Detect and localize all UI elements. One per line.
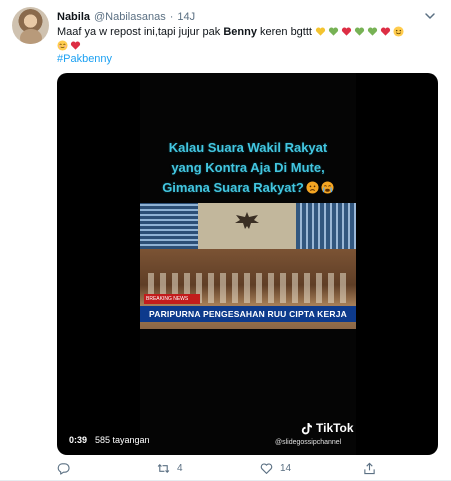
smiling-face-icon bbox=[57, 40, 68, 51]
tweet-text-part: keren bgttt bbox=[256, 26, 316, 38]
tweet-text-part: Maaf ya w repost ini,tapi jujur pak bbox=[57, 26, 224, 38]
reply-icon bbox=[57, 462, 70, 475]
video-views: 585 tayangan bbox=[95, 435, 150, 445]
like-button[interactable]: 14 bbox=[260, 460, 291, 476]
hashtag-link[interactable]: #Pakbenny bbox=[57, 53, 112, 65]
crying-face-icon bbox=[321, 181, 334, 194]
green-heart-icon bbox=[354, 27, 365, 36]
smiling-face-icon bbox=[393, 26, 404, 37]
video-screen-right bbox=[296, 203, 356, 249]
news-lower-third: PARIPURNA PENGESAHAN RUU CIPTA KERJA bbox=[140, 306, 356, 322]
tweet-text-bold: Benny bbox=[223, 26, 257, 38]
retweet-count: 4 bbox=[177, 462, 183, 474]
retweet-icon bbox=[157, 463, 170, 473]
author-handle[interactable]: @Nabilasanas bbox=[94, 11, 166, 23]
tweet-time[interactable]: 14J bbox=[177, 11, 195, 23]
video-screen-left bbox=[140, 203, 198, 249]
garuda-emblem-icon bbox=[235, 212, 259, 229]
tiktok-username: @slidegossipchannel bbox=[275, 439, 342, 446]
news-tag: BREAKING NEWS bbox=[144, 294, 200, 304]
share-icon bbox=[364, 462, 375, 474]
retweet-button[interactable]: 4 bbox=[157, 460, 183, 476]
video-player[interactable]: Kalau Suara Wakil Rakyat yang Kontra Aja… bbox=[57, 73, 438, 455]
share-button[interactable] bbox=[363, 460, 383, 476]
reply-button[interactable] bbox=[57, 460, 77, 476]
caption-line: yang Kontra Aja Di Mute, bbox=[171, 160, 325, 175]
video-caption: Kalau Suara Wakil Rakyat yang Kontra Aja… bbox=[140, 138, 356, 198]
red-heart-icon bbox=[70, 41, 81, 50]
yellow-heart-icon bbox=[315, 27, 326, 36]
green-heart-icon bbox=[367, 27, 378, 36]
sad-face-icon bbox=[306, 181, 319, 194]
like-count: 14 bbox=[280, 462, 292, 474]
red-heart-icon bbox=[380, 27, 391, 36]
video-duration: 0:39 bbox=[69, 435, 88, 445]
caption-line: Kalau Suara Wakil Rakyat bbox=[168, 140, 328, 155]
avatar[interactable] bbox=[12, 7, 49, 44]
tiktok-label: TikTok bbox=[316, 421, 354, 435]
tweet-actions: 4 14 bbox=[57, 460, 427, 476]
caption-line-with-emoji: Gimana Suara Rakyat? bbox=[140, 178, 356, 198]
tiktok-watermark: TikTok bbox=[301, 421, 354, 435]
tweet-text: Maaf ya w repost ini,tapi jujur pak Benn… bbox=[57, 25, 442, 53]
red-heart-icon bbox=[341, 27, 352, 36]
author-name[interactable]: Nabila bbox=[57, 11, 90, 23]
tweet-header: Nabila @Nabilasanas · 14J bbox=[57, 9, 195, 25]
caption-line: Gimana Suara Rakyat? bbox=[162, 180, 304, 195]
separator-dot: · bbox=[169, 11, 174, 23]
heart-outline-icon bbox=[260, 462, 273, 474]
tweet[interactable]: Nabila @Nabilasanas · 14J Maaf ya w repo… bbox=[0, 0, 451, 481]
tiktok-logo-icon bbox=[301, 422, 312, 434]
chevron-down-icon[interactable] bbox=[423, 9, 437, 23]
parliament-scene: BREAKING NEWS PARIPURNA PENGESAHAN RUU C… bbox=[140, 203, 356, 329]
green-heart-icon bbox=[328, 27, 339, 36]
